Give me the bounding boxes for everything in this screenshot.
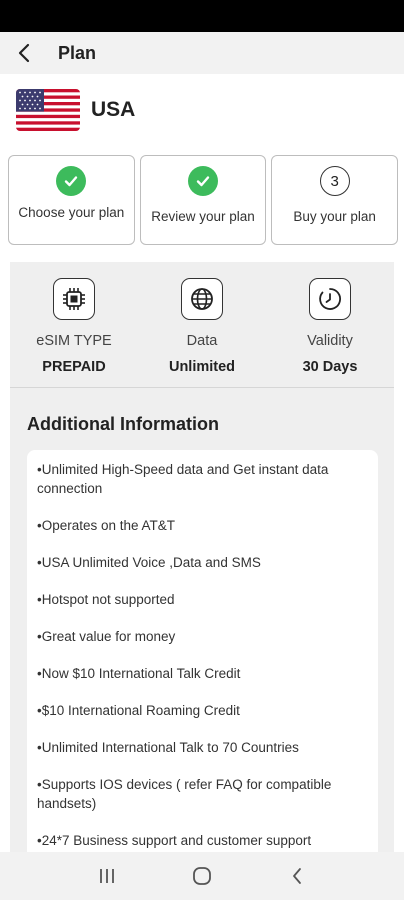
top-app-bar: Plan (0, 32, 404, 74)
spec-label: Validity (307, 333, 353, 349)
plan-details-panel: eSIM TYPE PREPAID Data Unlimited Validit… (10, 262, 394, 870)
step-label: Buy your plan (293, 209, 376, 224)
spec-value: Unlimited (168, 359, 236, 375)
step-label: Review your plan (151, 209, 255, 224)
chip-icon (53, 278, 95, 320)
usa-flag-icon (16, 89, 80, 131)
info-item: •$10 International Roaming Credit (37, 703, 240, 718)
spec-label: Data (186, 333, 218, 349)
globe-icon (181, 278, 223, 320)
info-item: •Unlimited High-Speed data and Get insta… (37, 462, 329, 496)
spec-esim-type: eSIM TYPE PREPAID (10, 262, 138, 387)
step-review-plan[interactable]: Review your plan (139, 155, 267, 245)
arrow-back-icon (18, 43, 30, 63)
info-item: •Now $10 International Talk Credit (37, 666, 241, 681)
spec-value: PREPAID (42, 359, 106, 375)
additional-info-title: Additional Information (27, 414, 219, 434)
info-item: •USA Unlimited Voice ,Data and SMS (37, 555, 261, 570)
check-circle-icon (56, 166, 87, 196)
system-back-button[interactable] (277, 856, 317, 896)
additional-info-card[interactable]: •Unlimited High-Speed data and Get insta… (27, 450, 378, 870)
info-item: •Unlimited International Talk to 70 Coun… (37, 740, 299, 755)
plan-specs: eSIM TYPE PREPAID Data Unlimited Validit… (10, 262, 394, 387)
recents-icon (100, 869, 115, 883)
country-name: USA (91, 98, 136, 121)
info-item: •Operates on the AT&T (37, 518, 176, 533)
info-item: •Great value for money (37, 629, 176, 644)
info-item: •Supports IOS devices ( refer FAQ for co… (37, 777, 332, 811)
divider (10, 387, 394, 388)
home-icon (193, 867, 211, 885)
system-nav-bar (0, 852, 404, 900)
plan-steps: Choose your plan Review your plan 3 Buy … (8, 155, 399, 245)
spec-data: Data Unlimited (138, 262, 266, 387)
spec-validity: Validity 30 Days (266, 262, 394, 387)
spec-label: eSIM TYPE (36, 333, 112, 349)
step-label: Choose your plan (18, 205, 125, 220)
spec-value: 30 Days (302, 359, 358, 375)
status-bar (0, 0, 404, 32)
info-item: •Hotspot not supported (37, 592, 175, 607)
check-circle-icon (188, 166, 218, 196)
info-item: •24*7 Business support and customer supp… (37, 833, 312, 848)
page-title: Plan (58, 42, 97, 63)
home-button[interactable] (182, 856, 222, 896)
step-number: 3 (319, 166, 350, 196)
step-buy-plan[interactable]: 3 Buy your plan (271, 155, 399, 245)
step-choose-plan[interactable]: Choose your plan (8, 155, 135, 245)
back-chevron-icon (292, 868, 301, 884)
back-button[interactable] (2, 32, 46, 74)
country-header: USA (16, 88, 135, 132)
clock-icon (309, 278, 351, 320)
recents-button[interactable] (87, 856, 127, 896)
